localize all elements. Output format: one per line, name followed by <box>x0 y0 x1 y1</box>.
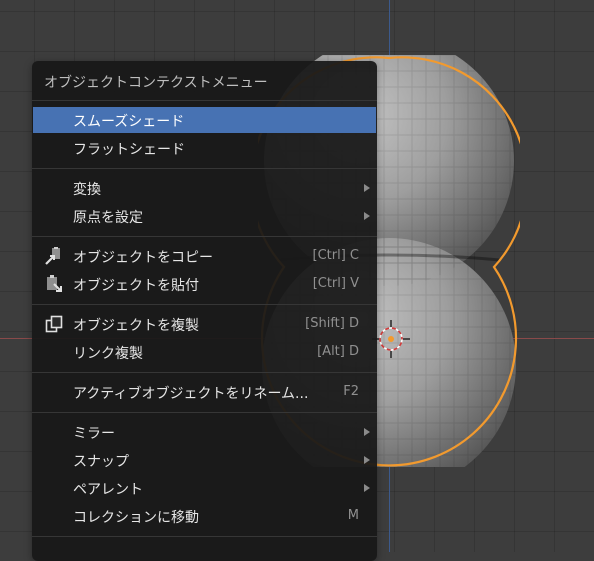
menu-item-label: コレクションに移動 <box>73 510 199 526</box>
menu-item-label: オブジェクトをコピー <box>73 250 213 266</box>
menu-item-shortcut: F2 <box>343 384 359 399</box>
menu-item-copy-objects[interactable]: オブジェクトをコピー [Ctrl] C <box>33 243 376 269</box>
submenu-arrow-icon <box>364 212 370 220</box>
menu-item-label: 原点を設定 <box>73 210 143 226</box>
menu-item-set-origin[interactable]: 原点を設定 <box>33 203 376 229</box>
menu-item-smooth-shade[interactable]: スムーズシェード <box>33 107 376 133</box>
menu-item-transform[interactable]: 変換 <box>33 175 376 201</box>
menu-item-label: アクティブオブジェクトをリネーム... <box>73 386 309 402</box>
menu-item-label: オブジェクトを複製 <box>73 318 199 334</box>
submenu-arrow-icon <box>364 184 370 192</box>
menu-item-shortcut: [Shift] D <box>305 316 359 331</box>
paste-icon <box>47 275 62 292</box>
menu-item-duplicate-linked[interactable]: リンク複製 [Alt] D <box>33 339 376 365</box>
menu-separator <box>32 304 377 305</box>
submenu-arrow-icon <box>364 428 370 436</box>
menu-item-parent[interactable]: ペアレント <box>33 475 376 501</box>
submenu-arrow-icon <box>364 456 370 464</box>
menu-item-shortcut: [Alt] D <box>317 344 359 359</box>
menu-item-label: オブジェクトを貼付 <box>73 278 199 294</box>
menu-item-paste-objects[interactable]: オブジェクトを貼付 [Ctrl] V <box>33 271 376 297</box>
menu-item-move-to-collection[interactable]: コレクションに移動 M <box>33 503 376 529</box>
menu-title: オブジェクトコンテクストメニュー <box>44 75 268 91</box>
submenu-arrow-icon <box>364 484 370 492</box>
menu-item-label: スナップ <box>73 454 129 470</box>
menu-item-flat-shade[interactable]: フラットシェード <box>33 135 376 161</box>
menu-separator <box>32 372 377 373</box>
menu-item-label: リンク複製 <box>73 346 143 362</box>
menu-separator <box>32 100 377 101</box>
menu-separator <box>32 536 377 537</box>
duplicate-icon <box>45 315 63 333</box>
menu-separator <box>32 412 377 413</box>
menu-item-duplicate-objects[interactable]: オブジェクトを複製 [Shift] D <box>33 311 376 337</box>
menu-item-rename-active-object[interactable]: アクティブオブジェクトをリネーム... F2 <box>33 379 376 405</box>
menu-item-shortcut: [Ctrl] V <box>312 276 359 291</box>
menu-item-shortcut: [Ctrl] C <box>312 248 359 263</box>
object-context-menu: オブジェクトコンテクストメニュー スムーズシェード フラットシェード 変換 原点… <box>32 61 377 561</box>
menu-item-mirror[interactable]: ミラー <box>33 419 376 445</box>
menu-item-label: フラットシェード <box>73 142 185 158</box>
menu-item-label: スムーズシェード <box>73 114 185 130</box>
menu-item-snap[interactable]: スナップ <box>33 447 376 473</box>
3d-cursor-icon[interactable] <box>372 320 410 358</box>
copy-icon <box>45 247 60 265</box>
menu-item-label: 変換 <box>73 182 101 198</box>
menu-separator <box>32 236 377 237</box>
menu-separator <box>32 168 377 169</box>
menu-item-label: ミラー <box>73 426 115 442</box>
menu-item-shortcut: M <box>347 508 359 523</box>
menu-item-label: ペアレント <box>73 482 143 498</box>
